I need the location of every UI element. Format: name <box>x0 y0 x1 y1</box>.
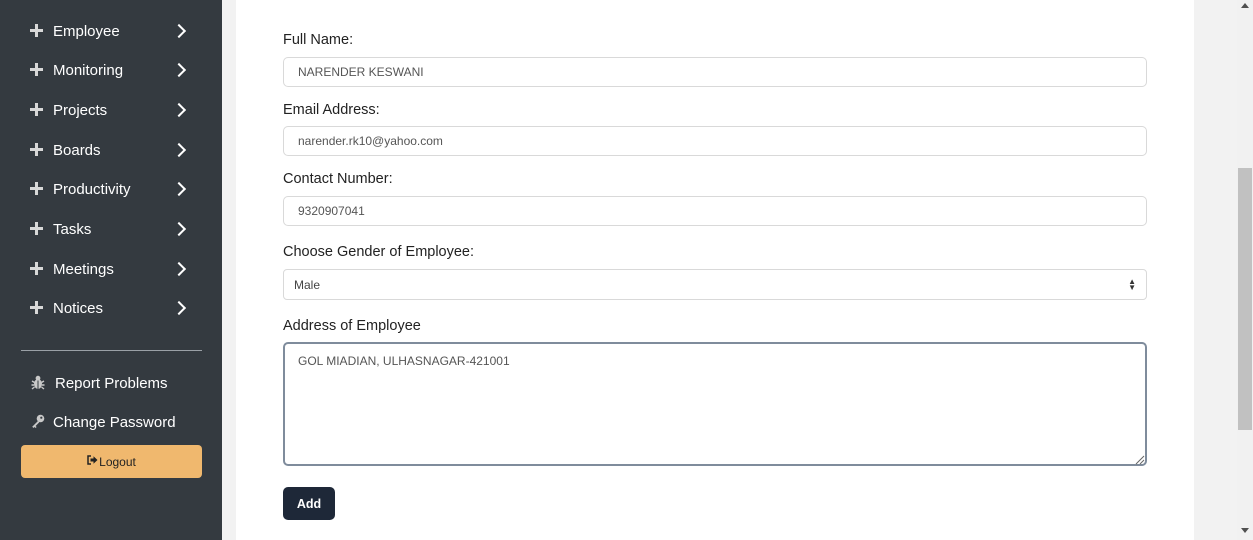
chevron-right-icon <box>171 102 187 118</box>
sidebar-item-notices[interactable]: Notices <box>30 296 200 320</box>
key-icon <box>30 414 46 430</box>
contact-number-input[interactable] <box>283 196 1147 226</box>
logout-label: Logout <box>99 454 136 469</box>
change-password-link[interactable]: Change Password <box>30 410 176 434</box>
logout-button[interactable]: Logout <box>21 445 202 478</box>
sidebar-item-projects[interactable]: Projects <box>30 98 200 122</box>
chevron-right-icon <box>171 23 187 39</box>
sidebar-item-label: Monitoring <box>53 61 124 79</box>
sidebar-item-label: Tasks <box>53 220 92 238</box>
sidebar-item-monitoring[interactable]: Monitoring <box>30 58 200 82</box>
sidebar: Employee Monitoring Projects Boards Prod… <box>0 0 222 540</box>
chevron-right-icon <box>171 62 187 78</box>
add-button[interactable]: Add <box>283 487 335 520</box>
email-input[interactable] <box>283 126 1147 156</box>
plus-icon <box>30 143 44 157</box>
sidebar-item-label: Meetings <box>53 260 114 278</box>
plus-icon <box>30 63 44 77</box>
plus-icon <box>30 103 44 117</box>
sidebar-divider <box>21 350 202 351</box>
chevron-right-icon <box>171 261 187 277</box>
plus-icon <box>30 262 44 276</box>
address-label: Address of Employee <box>283 318 421 334</box>
chevron-right-icon <box>171 221 187 237</box>
plus-icon <box>30 301 44 315</box>
sidebar-item-boards[interactable]: Boards <box>30 138 200 162</box>
report-problems-label: Report Problems <box>55 374 168 392</box>
bug-icon <box>30 375 46 391</box>
sidebar-item-label: Projects <box>53 101 108 119</box>
sidebar-item-label: Notices <box>53 299 104 317</box>
resize-grip-icon[interactable] <box>1134 452 1145 465</box>
sidebar-item-label: Boards <box>53 141 101 159</box>
chevron-right-icon <box>171 181 187 197</box>
gender-select[interactable]: Male ▲ ▼ <box>283 269 1147 300</box>
sidebar-item-productivity[interactable]: Productivity <box>30 177 200 201</box>
scroll-down-icon[interactable] <box>1241 528 1249 533</box>
plus-icon <box>30 222 44 236</box>
gender-selected-value: Male <box>294 277 321 292</box>
sign-out-icon <box>87 455 98 468</box>
plus-icon <box>30 24 44 38</box>
sidebar-item-label: Productivity <box>53 180 131 198</box>
scroll-up-icon[interactable] <box>1241 3 1249 8</box>
change-password-label: Change Password <box>53 413 176 431</box>
full-name-input[interactable] <box>283 57 1147 87</box>
scrollbar-thumb[interactable] <box>1238 168 1252 430</box>
sidebar-item-tasks[interactable]: Tasks <box>30 217 200 241</box>
chevron-right-icon <box>171 300 187 316</box>
sidebar-item-label: Employee <box>53 22 120 40</box>
full-name-label: Full Name: <box>283 32 354 48</box>
contact-number-label: Contact Number: <box>283 171 393 187</box>
select-arrows-icon: ▲ ▼ <box>1128 277 1136 292</box>
gender-label: Choose Gender of Employee: <box>283 244 475 260</box>
chevron-right-icon <box>171 142 187 158</box>
sidebar-item-meetings[interactable]: Meetings <box>30 257 200 281</box>
report-problems-link[interactable]: Report Problems <box>30 371 168 395</box>
plus-icon <box>30 182 44 196</box>
address-textarea[interactable]: GOL MIADIAN, ULHASNAGAR-421001 <box>283 342 1147 466</box>
email-label: Email Address: <box>283 102 380 118</box>
sidebar-item-employee[interactable]: Employee <box>30 19 200 43</box>
